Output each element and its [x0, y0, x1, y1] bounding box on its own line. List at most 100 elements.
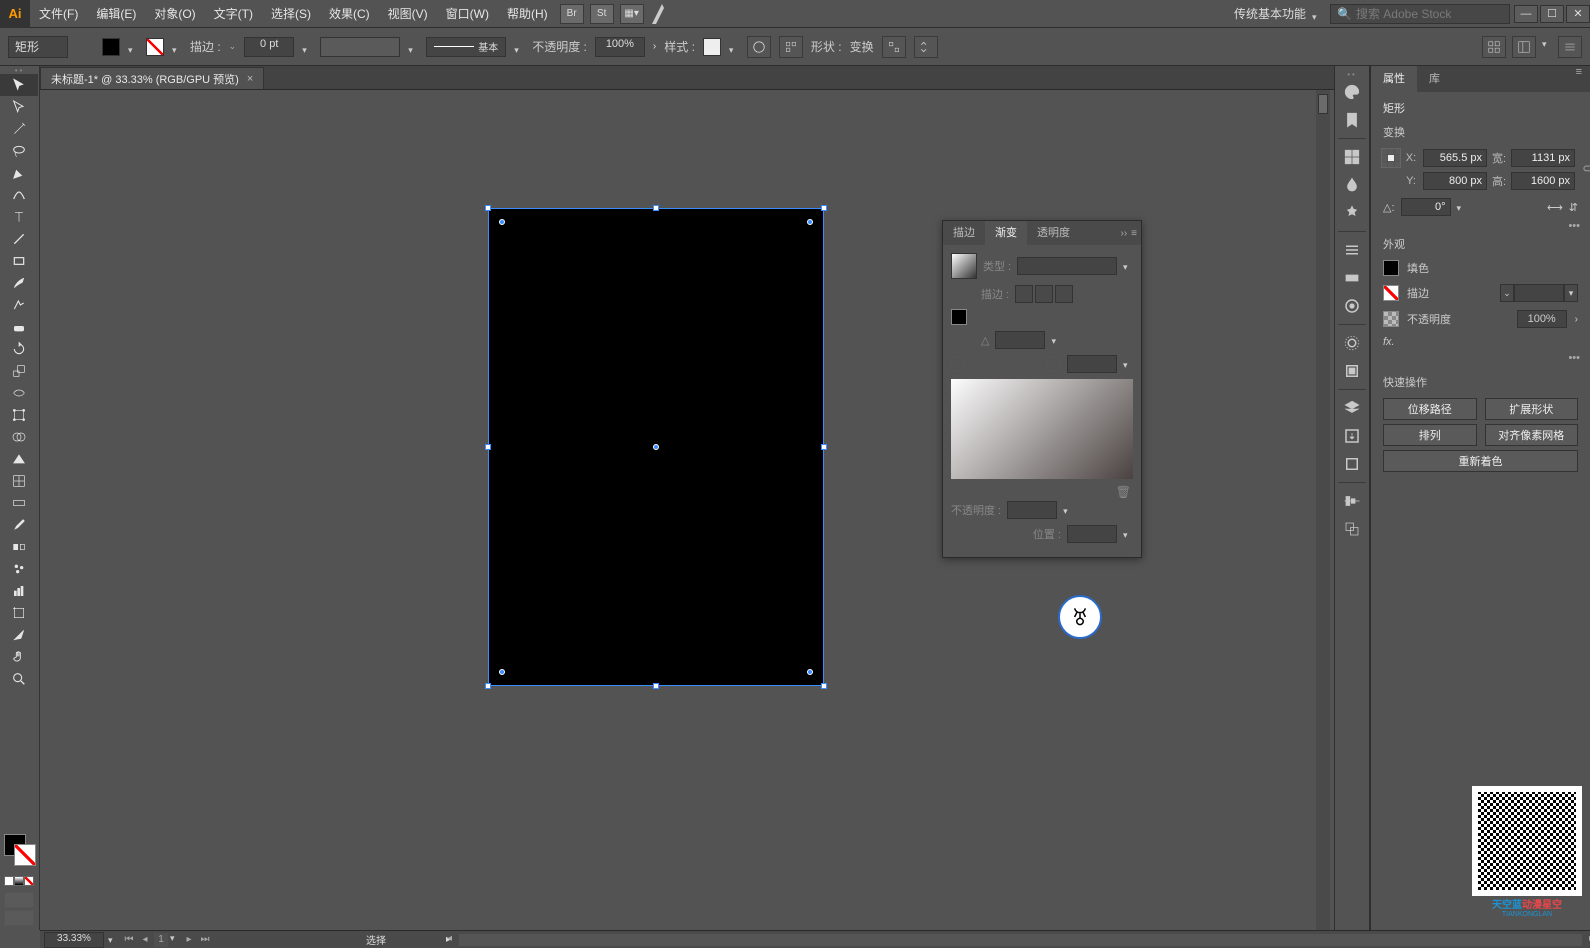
- menu-view[interactable]: 视图(V): [379, 0, 437, 28]
- stop-opacity-dropdown-icon[interactable]: [1063, 505, 1073, 515]
- maximize-button[interactable]: ☐: [1540, 5, 1564, 23]
- perspective-grid-tool[interactable]: [0, 448, 38, 470]
- menu-select[interactable]: 选择(S): [262, 0, 320, 28]
- y-input[interactable]: 800 px: [1423, 172, 1487, 190]
- minimize-button[interactable]: —: [1514, 5, 1538, 23]
- type-tool[interactable]: [0, 206, 38, 228]
- handle-tl[interactable]: [485, 205, 491, 211]
- horizontal-scrollbar[interactable]: [459, 934, 1582, 946]
- rotate-tool[interactable]: [0, 338, 38, 360]
- vwp-dropdown-icon[interactable]: [408, 42, 418, 52]
- gradient-stroke-mode-1[interactable]: [1015, 285, 1033, 303]
- aspect-ratio-input[interactable]: [1067, 355, 1117, 373]
- shape-button[interactable]: 形状 :: [811, 38, 842, 55]
- direct-selection-tool[interactable]: [0, 96, 38, 118]
- recolor-artwork-icon[interactable]: [747, 36, 771, 58]
- layers-panel-icon[interactable]: [1338, 394, 1366, 422]
- menu-help[interactable]: 帮助(H): [498, 0, 557, 28]
- aspect-ratio-dropdown-icon[interactable]: [1123, 359, 1133, 369]
- menu-object[interactable]: 对象(O): [145, 0, 204, 28]
- zoom-level-input[interactable]: 33.33%: [44, 932, 104, 948]
- fill-dropdown-icon[interactable]: [128, 42, 138, 52]
- stroke-panel-icon[interactable]: [1338, 236, 1366, 264]
- flip-horizontal-icon[interactable]: ⟷: [1547, 201, 1563, 214]
- width-tool[interactable]: [0, 382, 38, 404]
- aspect-ratio-icon[interactable]: [1047, 357, 1061, 371]
- panel-layout-dropdown-icon[interactable]: [1542, 36, 1552, 46]
- menu-effect[interactable]: 效果(C): [320, 0, 379, 28]
- menu-window[interactable]: 窗口(W): [437, 0, 498, 28]
- graphic-style-swatch[interactable]: [703, 38, 721, 56]
- gradient-stroke-mode-3[interactable]: [1055, 285, 1073, 303]
- last-artboard-icon[interactable]: ⏭: [198, 933, 212, 947]
- gradient-ramp[interactable]: [951, 379, 1133, 479]
- search-stock[interactable]: 🔍 搜索 Adobe Stock: [1330, 4, 1510, 24]
- fx-button[interactable]: fx.: [1371, 332, 1590, 352]
- vertical-scrollbar[interactable]: [1316, 90, 1330, 930]
- handle-mr[interactable]: [821, 444, 827, 450]
- stroke-weight-dropdown-icon[interactable]: ▾: [1564, 284, 1578, 302]
- symbols-panel-icon[interactable]: [1338, 199, 1366, 227]
- stroke-width-input[interactable]: 0 pt: [244, 37, 294, 57]
- document-tab[interactable]: 未标题-1* @ 33.33% (RGB/GPU 预览) ×: [40, 67, 264, 89]
- selection-tool[interactable]: [0, 74, 38, 96]
- tab-properties[interactable]: 属性: [1371, 66, 1417, 92]
- arrange-documents-icon[interactable]: ▦▾: [620, 4, 644, 24]
- tab-libraries[interactable]: 库: [1417, 66, 1452, 92]
- menu-edit[interactable]: 编辑(E): [87, 0, 145, 28]
- stroke-weight-input[interactable]: [1514, 284, 1564, 302]
- free-transform-tool[interactable]: [0, 404, 38, 426]
- graphic-styles-panel-icon[interactable]: [1338, 357, 1366, 385]
- fill-swatch[interactable]: [102, 38, 120, 56]
- gradient-type-select[interactable]: [1017, 257, 1117, 275]
- stroke-weight-down[interactable]: ⌄: [1500, 284, 1514, 302]
- style-dropdown-icon[interactable]: [729, 42, 739, 52]
- artboard-tool[interactable]: [0, 602, 38, 624]
- arrange-button[interactable]: 排列: [1383, 424, 1477, 446]
- stop-position-dropdown-icon[interactable]: [1123, 529, 1133, 539]
- handle-bm[interactable]: [653, 683, 659, 689]
- transparency-panel-icon[interactable]: [1338, 292, 1366, 320]
- gradient-panel-icon[interactable]: [1338, 264, 1366, 292]
- handle-bl[interactable]: [485, 683, 491, 689]
- gradient-fill-mini-swatch[interactable]: [951, 309, 967, 325]
- draw-normal[interactable]: [4, 892, 34, 908]
- brush-definition[interactable]: 基本: [426, 37, 506, 57]
- blend-tool[interactable]: [0, 536, 38, 558]
- menu-type[interactable]: 文字(T): [205, 0, 262, 28]
- prev-artboard-icon[interactable]: ◂: [138, 933, 152, 947]
- expand-shape-button[interactable]: 扩展形状: [1485, 398, 1579, 420]
- stroke-width-dropdown-icon[interactable]: [302, 42, 312, 52]
- handle-ml[interactable]: [485, 444, 491, 450]
- reference-point-selector[interactable]: [1381, 148, 1401, 168]
- corner-widget-bl[interactable]: [499, 669, 505, 675]
- stroke-stepper-down[interactable]: ⌄: [229, 41, 237, 52]
- zoom-tool[interactable]: [0, 668, 38, 690]
- column-graph-tool[interactable]: [0, 580, 38, 602]
- corner-widget-tr[interactable]: [807, 219, 813, 225]
- panel-collapse-icon[interactable]: ››: [1120, 228, 1127, 239]
- opacity-input[interactable]: 100%: [595, 37, 645, 57]
- slice-tool[interactable]: [0, 624, 38, 646]
- magic-wand-tool[interactable]: [0, 118, 38, 140]
- close-button[interactable]: ✕: [1566, 5, 1590, 23]
- opacity-value-input[interactable]: 100%: [1517, 310, 1567, 328]
- object-type-indicator[interactable]: 矩形: [8, 36, 68, 58]
- symbol-sprayer-tool[interactable]: [0, 558, 38, 580]
- align-panel-icon[interactable]: [1338, 487, 1366, 515]
- shaper-tool[interactable]: [0, 294, 38, 316]
- selected-rectangle-object[interactable]: [488, 208, 824, 686]
- opacity-flyout-icon[interactable]: ›: [653, 41, 656, 52]
- bridge-icon[interactable]: Br: [560, 4, 584, 24]
- grid-view-icon[interactable]: [1482, 36, 1506, 58]
- transform-more-options-icon[interactable]: •••: [1371, 220, 1590, 232]
- panel-tab-gradient[interactable]: 渐变: [985, 221, 1027, 245]
- x-input[interactable]: 565.5 px: [1423, 149, 1487, 167]
- gradient-preview-swatch[interactable]: [951, 253, 977, 279]
- color-mode-solid[interactable]: [4, 876, 14, 886]
- shape-builder-tool[interactable]: [0, 426, 38, 448]
- dock-grip-icon[interactable]: ••: [1347, 70, 1357, 78]
- list-icon[interactable]: [1558, 36, 1582, 58]
- first-artboard-icon[interactable]: ⏮: [122, 933, 136, 947]
- w-input[interactable]: 1131 px: [1511, 149, 1575, 167]
